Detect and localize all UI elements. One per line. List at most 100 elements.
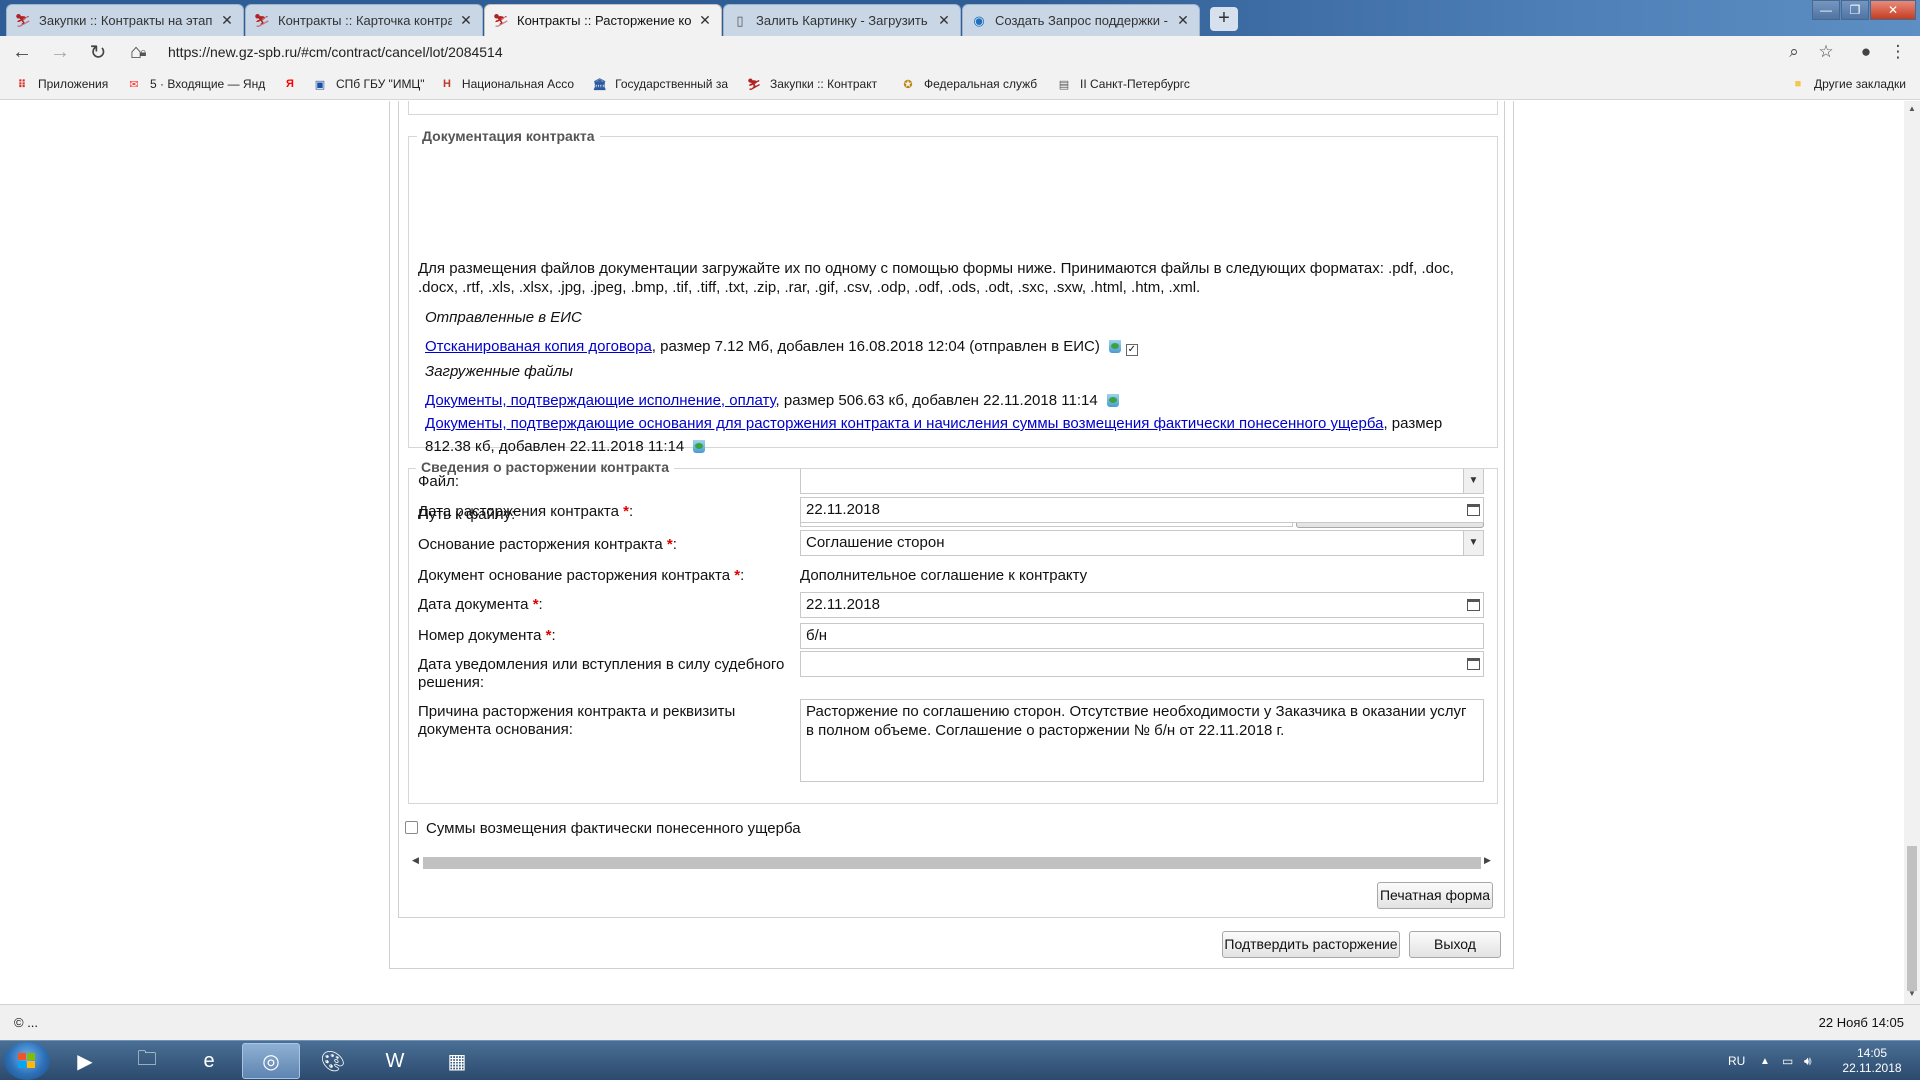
tab-label: Создать Запрос поддержки - А (995, 13, 1169, 28)
forward-arrow-icon[interactable]: → (46, 38, 74, 66)
scrollbar-thumb[interactable] (423, 857, 1481, 869)
status-left: © ... (14, 1015, 39, 1030)
doc-date-label: Дата документа *: (418, 596, 543, 613)
cancel-date-input[interactable]: 22.11.2018 (800, 497, 1484, 523)
file-explorer-icon[interactable]: 🗀 (118, 1043, 176, 1079)
bookmark-mail[interactable]: ✉ 5 · Входящие — Янд (126, 76, 266, 92)
restore-button[interactable]: ❐ (1841, 0, 1869, 20)
bookmark-label: Государственный за (615, 77, 728, 91)
cancel-basis-select[interactable]: Соглашение сторон (800, 530, 1484, 556)
required-mark: * (623, 503, 629, 520)
label-text: Документ основание расторжения контракта (418, 567, 731, 584)
bookmark-label: Приложения (38, 77, 109, 91)
paint-icon[interactable]: 🎨︎ (304, 1043, 362, 1079)
exit-button[interactable]: Выход (1409, 931, 1501, 958)
bookmark-yandex[interactable]: Я (282, 76, 306, 92)
bookmark-national-assoc[interactable]: Н Национальная Ассо (440, 76, 574, 92)
sent-file-row: Отсканированая копия договора, размер 7.… (425, 337, 1138, 356)
scroll-up-icon[interactable]: ▲ (1904, 104, 1920, 113)
tab-label: Контракты :: Расторжение конт (517, 13, 691, 28)
scrollbar-thumb[interactable] (1907, 846, 1917, 991)
doc-number-input[interactable]: б/н (800, 623, 1484, 649)
bookmarks-bar: ⠿ Приложения ✉ 5 · Входящие — Янд Я ▣ СП… (0, 68, 1920, 100)
scroll-right-icon[interactable]: ▶ (1484, 855, 1491, 866)
label-text: Дата документа (418, 596, 529, 613)
close-icon[interactable]: ✕ (936, 12, 952, 29)
clock[interactable]: 14:05 22.11.2018 (1836, 1041, 1908, 1081)
uploaded-file-row-continued: 812.38 кб, добавлен 22.11.2018 11:14 (425, 437, 706, 455)
damage-checkbox[interactable] (405, 821, 418, 834)
tab-contract-card[interactable]: ⛷ Контракты :: Карточка контракт ✕ (245, 4, 483, 36)
chrome-icon[interactable]: ◎ (242, 1043, 300, 1079)
bookmark-imc[interactable]: ▣ СПб ГБУ "ИМЦ" (312, 76, 432, 92)
bookmark-state[interactable]: 🏛︎ Государственный за (592, 76, 728, 92)
browser-tab-strip: ⛷ Закупки :: Контракты на этапе и ✕ ⛷ Ко… (0, 0, 1920, 36)
required-mark: * (545, 627, 552, 644)
word-icon[interactable]: W (366, 1043, 424, 1079)
tray-arrow-icon[interactable]: ▲ (1760, 1041, 1770, 1081)
recycle-bin-icon[interactable] (1108, 337, 1122, 353)
status-bar: © ... 22 Нояб 14:05 (0, 1004, 1920, 1040)
windows-logo-icon (18, 1053, 36, 1069)
network-icon[interactable]: ▭ (1782, 1041, 1793, 1081)
tab-support-request[interactable]: ◉ Создать Запрос поддержки - А ✕ (962, 4, 1200, 36)
doc-date-input[interactable]: 22.11.2018 (800, 592, 1484, 618)
page-content: Документация контракта Для размещения фа… (0, 101, 1904, 1004)
mail-icon: ✉ (129, 78, 139, 91)
windows-taskbar: ▶ 🗀 e ◎ 🎨︎ W ▦ RU ▲ ▭ 🔊︎ 14:05 22.11.201… (0, 1040, 1920, 1080)
recycle-bin-icon[interactable] (692, 437, 706, 453)
bookmark-spb[interactable]: ▤ II Санкт-Петербургс (1056, 76, 1192, 92)
sent-file-link[interactable]: Отсканированая копия договора (425, 338, 652, 355)
language-indicator[interactable]: RU (1728, 1041, 1745, 1081)
window-close-button[interactable]: ✕ (1870, 0, 1916, 20)
reason-textarea[interactable]: Расторжение по соглашению сторон. Отсутс… (800, 699, 1484, 782)
bookmark-label: Другие закладки (1814, 77, 1906, 91)
scroll-left-icon[interactable]: ◀ (412, 855, 419, 866)
start-button[interactable] (4, 1042, 50, 1080)
tab-image-upload[interactable]: ▯ Залить Картинку - Загрузить фо ✕ (723, 4, 961, 36)
archive-icon[interactable]: ▦ (428, 1043, 486, 1079)
star-icon[interactable]: ☆ (1814, 40, 1838, 64)
print-form-button[interactable]: Печатная форма (1377, 882, 1493, 909)
notify-date-input[interactable] (800, 651, 1484, 677)
bookmark-other[interactable]: ■ Другие закладки (1790, 76, 1914, 92)
horizontal-scrollbar[interactable]: ◀ ▶ (412, 855, 1491, 869)
back-arrow-icon[interactable]: ← (8, 38, 36, 66)
scroll-down-icon[interactable]: ▼ (1904, 989, 1920, 998)
globe-icon: ◉ (973, 12, 985, 28)
close-icon[interactable]: ✕ (458, 12, 474, 29)
tab-procurement-contracts[interactable]: ⛷ Закупки :: Контракты на этапе и ✕ (6, 4, 244, 36)
minimize-button[interactable]: — (1812, 0, 1840, 20)
zoom-icon[interactable]: ⌕ (1782, 40, 1806, 64)
address-bar[interactable]: 🔒︎ https://new.gz-spb.ru/#cm/contract/ca… (140, 39, 1780, 65)
media-player-icon[interactable]: ▶ (56, 1043, 114, 1079)
confirm-cancel-button[interactable]: Подтвердить расторжение (1222, 931, 1400, 958)
bookmark-federal-service[interactable]: ✪ Федеральная служб (900, 76, 1042, 92)
uploaded-file-row: Документы, подтверждающие исполнение, оп… (425, 391, 1120, 409)
chevron-down-icon[interactable]: ▼ (1463, 531, 1483, 555)
tab-contract-cancel[interactable]: ⛷ Контракты :: Расторжение конт ✕ (484, 4, 722, 36)
bookmark-apps[interactable]: ⠿ Приложения (14, 76, 114, 92)
volume-icon[interactable]: 🔊︎ (1804, 1041, 1812, 1081)
close-icon[interactable]: ✕ (697, 12, 713, 29)
reason-label-line2: документа основания: (418, 721, 573, 738)
uploaded-file-link[interactable]: Документы, подтверждающие исполнение, оп… (425, 392, 776, 409)
uploaded-file-link[interactable]: Документы, подтверждающие основания для … (425, 415, 1383, 432)
status-right: 22 Нояб 14:05 (1818, 1015, 1904, 1030)
new-tab-button[interactable]: + (1210, 7, 1238, 31)
calendar-icon[interactable] (1463, 498, 1483, 522)
bookmark-procurement[interactable]: ⛷ Закупки :: Контракт (746, 76, 882, 92)
calendar-icon[interactable] (1463, 593, 1483, 617)
building-icon: 🏛︎ (592, 78, 607, 91)
calendar-icon[interactable] (1463, 652, 1483, 676)
close-icon[interactable]: ✕ (1175, 12, 1191, 29)
recycle-bin-icon[interactable] (1106, 391, 1120, 407)
menu-icon[interactable]: ⋮ (1886, 40, 1910, 64)
sent-file-meta: , размер 7.12 Мб, добавлен 16.08.2018 12… (651, 338, 1100, 355)
close-icon[interactable]: ✕ (219, 12, 235, 29)
internet-explorer-icon[interactable]: e (180, 1043, 238, 1079)
reload-icon[interactable]: ↻ (84, 38, 112, 66)
sled-icon: ⛷ (492, 12, 510, 28)
profile-icon[interactable]: ● (1854, 40, 1878, 64)
vertical-scrollbar[interactable]: ▲ ▼ (1904, 101, 1920, 1004)
